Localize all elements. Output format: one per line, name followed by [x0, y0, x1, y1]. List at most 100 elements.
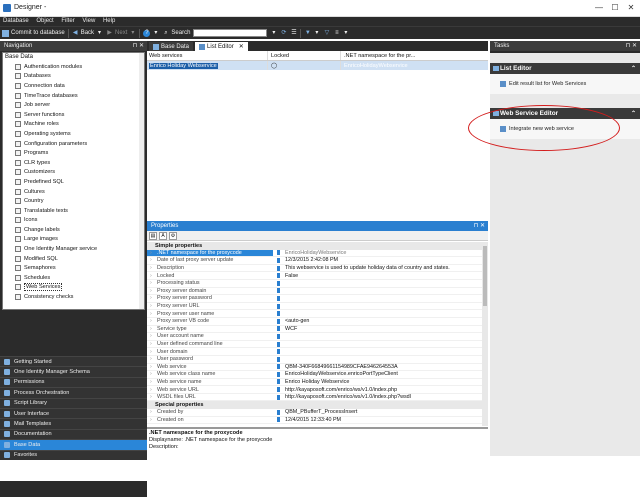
- property-row[interactable]: Date of last proxy server update 12/3/201…: [147, 257, 482, 265]
- close-button[interactable]: ✕: [624, 3, 638, 12]
- property-value[interactable]: QBM_PBufferT_ProcessInsert: [283, 409, 482, 416]
- tree-item[interactable]: Icons: [3, 216, 144, 226]
- filter-button[interactable]: ▼ ▾: [304, 30, 320, 37]
- menu-object[interactable]: Object: [33, 17, 56, 25]
- tree-item[interactable]: CLR types: [3, 158, 144, 168]
- tree-item[interactable]: Connection data: [3, 81, 144, 91]
- next-button[interactable]: ▶ Next ▾: [106, 30, 136, 37]
- property-value[interactable]: EnricoHolidayWebservice.enricoPortTypeCl…: [283, 371, 482, 378]
- tab-base-data[interactable]: Base Data: [149, 42, 194, 51]
- tree-item[interactable]: Consistency checks: [3, 292, 144, 302]
- property-value[interactable]: 12/3/2015 2:42:08 PM: [283, 257, 482, 264]
- back-button[interactable]: ◀ Back ▾: [72, 30, 103, 37]
- tree-item[interactable]: Programs: [3, 148, 144, 158]
- property-row[interactable]: Web service QBM-340F66849661154989CFAE946…: [147, 364, 482, 372]
- pin-icon[interactable]: ⊓ ✕: [474, 222, 485, 229]
- pin-icon[interactable]: ⊓ ✕: [133, 42, 144, 49]
- property-scrollbar[interactable]: [482, 242, 488, 426]
- search-options-button[interactable]: ▾: [270, 30, 277, 37]
- menu-help[interactable]: Help: [100, 17, 118, 25]
- menu-filter[interactable]: Filter: [58, 17, 77, 25]
- property-row[interactable]: WSDL files URL http://kayaposoft.com/enri…: [147, 394, 482, 402]
- property-value[interactable]: [283, 348, 482, 355]
- task-section-header[interactable]: List Editor ⌃: [490, 63, 640, 74]
- tree-item[interactable]: Databases: [3, 72, 144, 82]
- pin-icon[interactable]: ⊓ ✕: [626, 42, 637, 49]
- tree-item[interactable]: Server functions: [3, 110, 144, 120]
- tree-item[interactable]: Web Services: [3, 283, 144, 293]
- clear-filter-button[interactable]: ▽: [323, 30, 330, 37]
- property-value[interactable]: [283, 356, 482, 363]
- tree-item[interactable]: Country: [3, 196, 144, 206]
- nav-button[interactable]: User Interface: [0, 407, 147, 419]
- nav-button[interactable]: Permissions: [0, 376, 147, 388]
- tree-item[interactable]: Schedules: [3, 273, 144, 283]
- property-row[interactable]: Created by QBM_PBufferT_ProcessInsert: [147, 409, 482, 417]
- tree-item[interactable]: Large images: [3, 235, 144, 245]
- column-locked[interactable]: Locked: [268, 51, 341, 60]
- commit-button[interactable]: Commit to database: [2, 29, 65, 37]
- list-row[interactable]: Enrico Holiday Webservice ◯ EnricoHolida…: [147, 61, 488, 70]
- collapse-icon[interactable]: ⌃: [631, 65, 636, 72]
- property-group[interactable]: Special properties: [147, 401, 482, 410]
- property-value[interactable]: http://kayaposoft.com/enrico/ws/v1.0/ind…: [283, 394, 482, 401]
- tree-item[interactable]: Change labels: [3, 225, 144, 235]
- property-row[interactable]: Proxy server URL: [147, 303, 482, 311]
- property-value[interactable]: Enrico Holiday Webservice: [283, 379, 482, 386]
- menu-view[interactable]: View: [79, 17, 98, 25]
- tree-item[interactable]: Machine roles: [3, 120, 144, 130]
- minimize-button[interactable]: —: [592, 3, 606, 12]
- tree-item[interactable]: TimeTrace databases: [3, 91, 144, 101]
- column-namespace[interactable]: .NET namespace for the pr...: [341, 51, 488, 60]
- property-row[interactable]: Description This webservice is used to up…: [147, 265, 482, 273]
- property-row[interactable]: Proxy server user name: [147, 310, 482, 318]
- close-tab-icon[interactable]: ✕: [239, 43, 244, 50]
- nav-button[interactable]: Base Data: [0, 439, 147, 450]
- tree-item[interactable]: Authentication modules: [3, 62, 144, 72]
- tree-item[interactable]: Modified SQL: [3, 254, 144, 264]
- maximize-button[interactable]: ☐: [608, 3, 622, 12]
- menu-database[interactable]: Database: [0, 17, 32, 25]
- tree-item[interactable]: Predefined SQL: [3, 177, 144, 187]
- property-row[interactable]: Web service class name EnricoHolidayWebse…: [147, 371, 482, 379]
- tree-item[interactable]: Cultures: [3, 187, 144, 197]
- nav-button[interactable]: Script Library: [0, 397, 147, 408]
- tree-item[interactable]: Customizers: [3, 168, 144, 178]
- property-value[interactable]: http://kayaposoft.com/enrico/ws/v1.0/ind…: [283, 386, 482, 393]
- property-value[interactable]: <auto-gen: [283, 318, 482, 325]
- property-row[interactable]: User defined command line: [147, 341, 482, 349]
- property-value[interactable]: [283, 295, 482, 302]
- property-value[interactable]: [283, 288, 482, 295]
- column-web-services[interactable]: Web services: [147, 51, 268, 60]
- sort-alpha-icon[interactable]: A: [159, 232, 167, 240]
- tree-scrollbar[interactable]: [139, 53, 144, 309]
- property-row[interactable]: Proxy server password: [147, 295, 482, 303]
- property-row[interactable]: Proxy server VB code <auto-gen: [147, 318, 482, 326]
- nav-button[interactable]: Process Orchestration: [0, 387, 147, 398]
- tree-root[interactable]: Base Data: [3, 53, 144, 62]
- property-value[interactable]: False: [283, 272, 482, 279]
- property-value[interactable]: 12/4/2015 12:33:40 PM: [283, 417, 482, 424]
- task-edit-result-list[interactable]: Edit result list for Web Services: [490, 74, 640, 94]
- property-row[interactable]: Proxy server domain: [147, 288, 482, 296]
- help-button[interactable]: ? ▾: [143, 29, 159, 37]
- property-row[interactable]: Locked False: [147, 272, 482, 280]
- tree-view-button[interactable]: ☰: [290, 30, 297, 37]
- property-value[interactable]: [283, 341, 482, 348]
- property-row[interactable]: .NET namespace for the proxycode EnricoHo…: [147, 249, 482, 258]
- nav-button[interactable]: Getting Started: [0, 356, 147, 367]
- tree-item[interactable]: Translatable texts: [3, 206, 144, 216]
- property-row[interactable]: Web service name Enrico Holiday Webservic…: [147, 379, 482, 387]
- search-input[interactable]: [193, 29, 268, 37]
- property-value[interactable]: [283, 310, 482, 317]
- list-options-button[interactable]: ≡ ▾: [333, 30, 349, 37]
- nav-button[interactable]: Favorites: [0, 449, 147, 460]
- nav-button[interactable]: Documentation: [0, 428, 147, 440]
- property-value[interactable]: QBM-340F66849661154989CFAE946264553A: [283, 364, 482, 371]
- property-row[interactable]: User password: [147, 356, 482, 364]
- scroll-thumb[interactable]: [483, 246, 487, 306]
- tree-item[interactable]: Job server: [3, 100, 144, 110]
- property-group[interactable]: Simple properties: [147, 242, 482, 250]
- property-row[interactable]: User account name: [147, 333, 482, 341]
- property-value[interactable]: This webservice is used to update holida…: [283, 265, 482, 272]
